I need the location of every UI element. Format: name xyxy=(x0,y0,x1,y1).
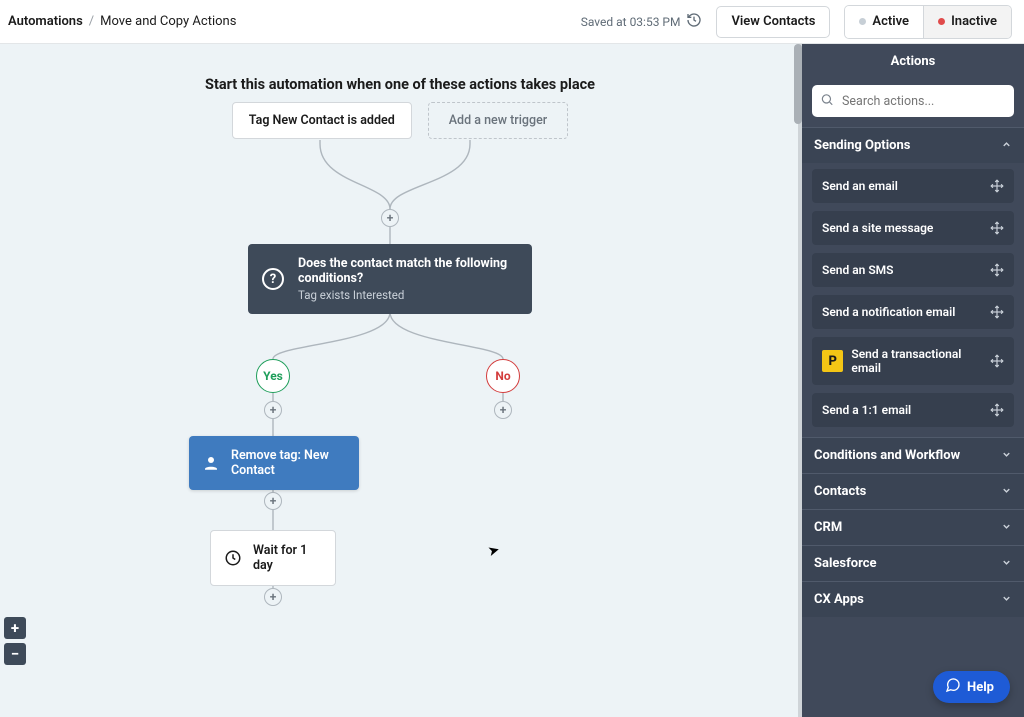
question-icon: ? xyxy=(262,268,284,290)
canvas-start-title: Start this automation when one of these … xyxy=(0,76,800,93)
drag-handle-icon xyxy=(990,305,1004,319)
breadcrumb-separator: / xyxy=(89,14,94,29)
section-crm[interactable]: CRM xyxy=(802,509,1024,545)
breadcrumb-page: Move and Copy Actions xyxy=(100,14,236,29)
action-item-send-transactional-email[interactable]: P Send a transactional email xyxy=(812,337,1014,385)
action-node-wait[interactable]: Wait for 1 day xyxy=(210,530,336,586)
search-actions-input-wrap xyxy=(812,85,1014,117)
contact-icon xyxy=(201,453,221,473)
action-node-remove-tag[interactable]: Remove tag: New Contact xyxy=(189,436,359,490)
chevron-down-icon xyxy=(1001,449,1012,463)
section-salesforce[interactable]: Salesforce xyxy=(802,545,1024,581)
section-contacts[interactable]: Contacts xyxy=(802,473,1024,509)
action-item-send-site-message[interactable]: Send a site message xyxy=(812,211,1014,245)
breadcrumb: Automations / Move and Copy Actions xyxy=(8,14,236,29)
add-step-button[interactable] xyxy=(381,209,399,227)
status-toggle: Active Inactive xyxy=(844,5,1012,39)
actions-sidebar: Actions Sending Options Send an email Se… xyxy=(802,44,1024,717)
chevron-down-icon xyxy=(1001,593,1012,607)
chevron-up-icon xyxy=(1001,139,1012,153)
status-active-button[interactable]: Active xyxy=(845,6,923,38)
app-header: Automations / Move and Copy Actions Save… xyxy=(0,0,1024,44)
drag-handle-icon xyxy=(990,263,1004,277)
drag-handle-icon xyxy=(990,354,1004,368)
search-icon xyxy=(820,92,834,111)
drag-handle-icon xyxy=(990,179,1004,193)
zoom-in-button[interactable]: + xyxy=(4,617,26,639)
chevron-down-icon xyxy=(1001,521,1012,535)
premium-badge-icon: P xyxy=(822,350,843,372)
branch-yes-label[interactable]: Yes xyxy=(256,359,290,393)
add-step-button[interactable] xyxy=(264,588,282,606)
sidebar-title: Actions xyxy=(802,44,1024,77)
view-contacts-button[interactable]: View Contacts xyxy=(716,6,830,38)
chevron-down-icon xyxy=(1001,557,1012,571)
flow-connectors xyxy=(0,44,800,717)
zoom-controls: + − xyxy=(4,617,26,665)
section-sending-options[interactable]: Sending Options xyxy=(802,127,1024,163)
drag-handle-icon xyxy=(990,221,1004,235)
condition-subtitle: Tag exists Interested xyxy=(298,288,516,302)
action-item-send-sms[interactable]: Send an SMS xyxy=(812,253,1014,287)
history-icon[interactable] xyxy=(686,12,702,31)
clock-icon xyxy=(223,548,243,568)
cursor-icon: ➤ xyxy=(486,542,501,560)
status-inactive-button[interactable]: Inactive xyxy=(923,6,1011,38)
add-step-button[interactable] xyxy=(494,401,512,419)
search-actions-input[interactable] xyxy=(812,85,1014,117)
chevron-down-icon xyxy=(1001,485,1012,499)
add-step-button[interactable] xyxy=(264,401,282,419)
saved-indicator: Saved at 03:53 PM xyxy=(581,12,703,31)
trigger-node[interactable]: Tag New Contact is added xyxy=(232,102,412,139)
condition-title: Does the contact match the following con… xyxy=(298,256,516,286)
branch-no-label[interactable]: No xyxy=(486,359,520,393)
status-dot-icon xyxy=(938,18,945,25)
add-step-button[interactable] xyxy=(264,492,282,510)
action-item-send-notification-email[interactable]: Send a notification email xyxy=(812,295,1014,329)
main-area: Start this automation when one of these … xyxy=(0,44,1024,717)
saved-label: Saved at 03:53 PM xyxy=(581,15,681,29)
canvas-scrollbar[interactable] xyxy=(794,44,802,124)
add-trigger-button[interactable]: Add a new trigger xyxy=(428,102,568,139)
zoom-out-button[interactable]: − xyxy=(4,643,26,665)
chat-icon xyxy=(945,677,961,697)
section-sending-options-body: Send an email Send a site message Send a… xyxy=(802,163,1024,437)
action-item-send-email[interactable]: Send an email xyxy=(812,169,1014,203)
condition-node[interactable]: ? Does the contact match the following c… xyxy=(248,244,532,314)
automation-canvas[interactable]: Start this automation when one of these … xyxy=(0,44,802,717)
status-dot-icon xyxy=(859,18,866,25)
action-item-send-1-1-email[interactable]: Send a 1:1 email xyxy=(812,393,1014,427)
help-button[interactable]: Help xyxy=(933,671,1010,703)
breadcrumb-root[interactable]: Automations xyxy=(8,14,83,29)
drag-handle-icon xyxy=(990,403,1004,417)
section-conditions-workflow[interactable]: Conditions and Workflow xyxy=(802,437,1024,473)
section-cx-apps[interactable]: CX Apps xyxy=(802,581,1024,617)
